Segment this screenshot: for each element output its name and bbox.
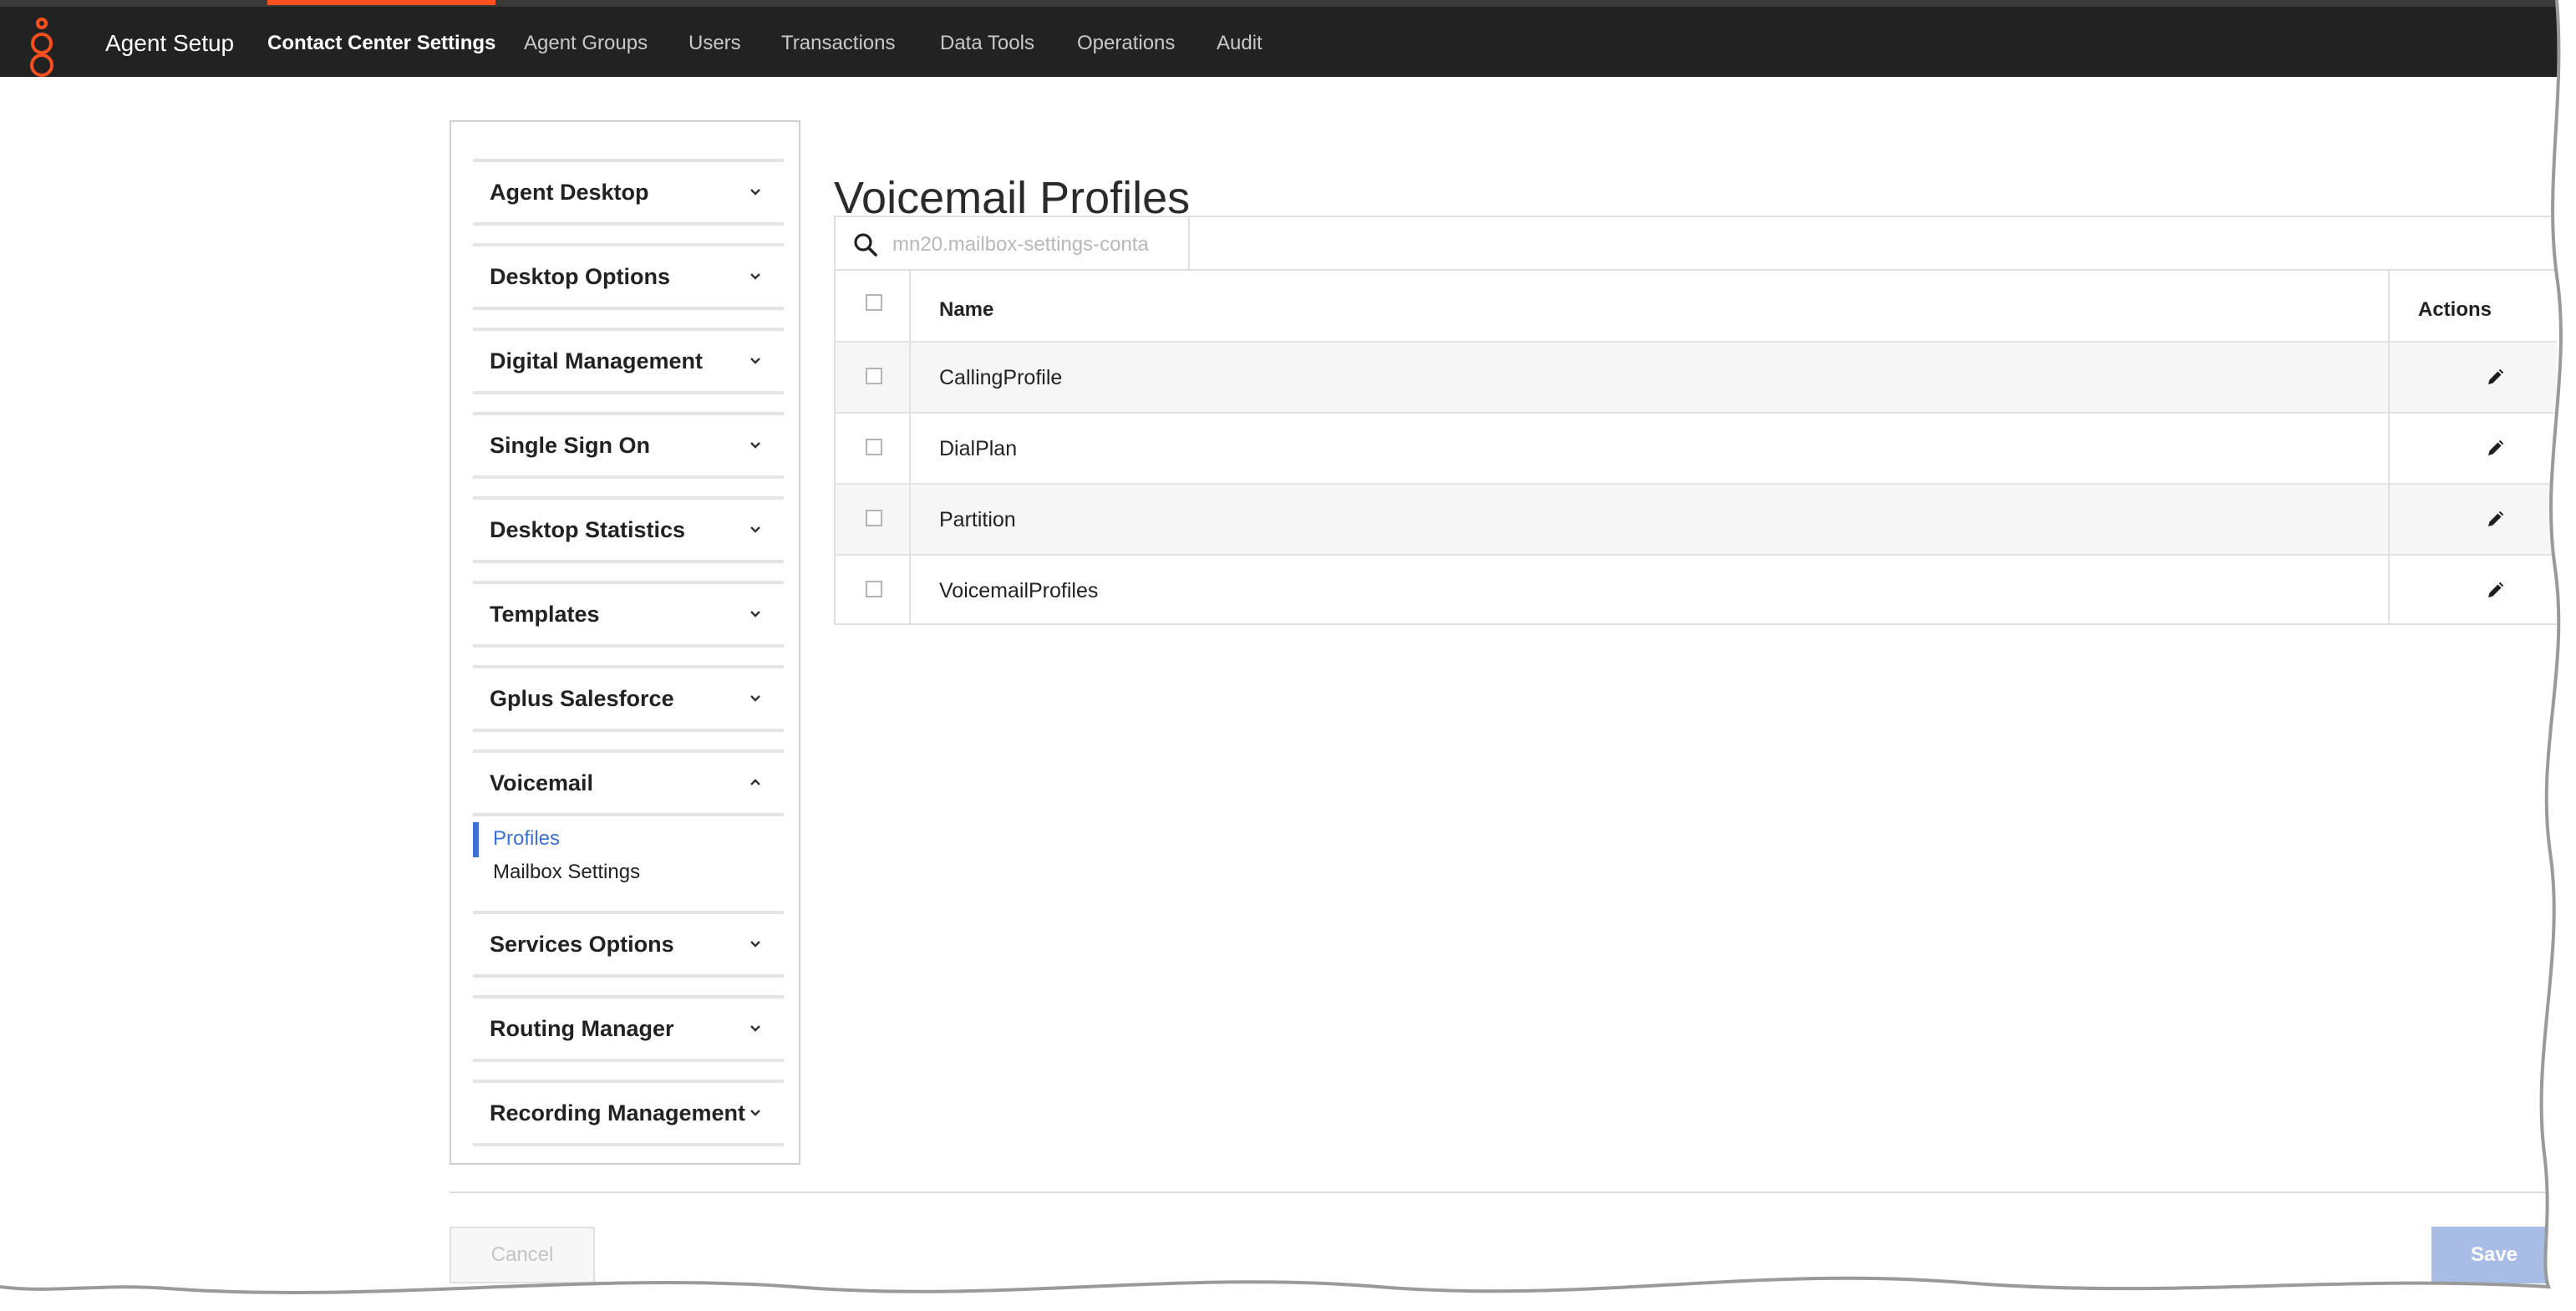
row-checkbox[interactable] [866,510,882,526]
pencil-edit-icon[interactable] [2485,439,2505,459]
select-all-checkbox[interactable] [866,294,882,311]
sidebar-section-gplus-salesforce[interactable]: Gplus Salesforce [473,665,784,732]
table-row[interactable]: VoicemailProfiles [836,556,2557,627]
footer-divider [450,1192,2563,1193]
chevron-up-icon [750,779,760,785]
table-row[interactable]: CallingProfile [836,343,2557,414]
search-input[interactable] [891,224,1165,266]
table-header-row: Name Actions [836,271,2557,343]
column-header-actions: Actions [2418,298,2492,321]
sidebar-section-desktop-statistics[interactable]: Desktop Statistics [473,496,784,563]
sidebar-item-profiles[interactable]: Profiles [493,827,560,851]
active-item-indicator [473,822,479,857]
sidebar-section-label: Recording Management [490,1100,746,1126]
sidebar-section-desktop-options[interactable]: Desktop Options [473,243,784,310]
sidebar-section-services-options[interactable]: Services Options [473,911,784,978]
table-row[interactable]: DialPlan [836,414,2557,485]
sidebar-section-label: Desktop Options [490,264,671,289]
row-checkbox[interactable] [866,581,882,597]
chevron-down-icon [750,941,760,948]
row-name: CallingProfile [939,366,1063,389]
sidebar-section-agent-desktop[interactable]: Agent Desktop [473,159,784,226]
genesys-logo-icon [30,18,53,77]
chevron-down-icon [750,611,760,617]
table-row[interactable]: Partition [836,485,2557,556]
tab-data-tools[interactable]: Data Tools [940,7,1034,84]
sidebar-section-label: Gplus Salesforce [490,686,674,711]
settings-sidebar: Agent Desktop Desktop Options Digital Ma… [450,120,800,1165]
chevron-down-icon [750,189,760,196]
sidebar-section-digital-management[interactable]: Digital Management [473,328,784,394]
sidebar-section-voicemail[interactable]: Voicemail [473,750,784,816]
save-button[interactable]: Save [2431,1227,2557,1283]
tab-contact-center-settings[interactable]: Contact Center Settings [267,0,496,84]
chevron-down-icon [750,1110,760,1116]
sidebar-section-label: Services Options [490,932,674,957]
top-navigation-bar: Agent Setup Contact Center Settings Agen… [0,0,2576,77]
row-checkbox[interactable] [866,439,882,455]
sidebar-section-recording-management[interactable]: Recording Management [473,1080,784,1146]
row-checkbox[interactable] [866,368,882,384]
column-divider [909,271,911,623]
sidebar-section-templates[interactable]: Templates [473,581,784,648]
chevron-down-icon [750,526,760,533]
chevron-down-icon [750,273,760,280]
sidebar-section-label: Voicemail [490,770,594,795]
tab-agent-groups[interactable]: Agent Groups [524,7,648,84]
search-divider [1188,217,1190,269]
tab-transactions[interactable]: Transactions [781,7,896,84]
sidebar-section-routing-manager[interactable]: Routing Manager [473,995,784,1062]
chevron-down-icon [750,358,760,364]
column-header-name[interactable]: Name [939,271,993,349]
profiles-table: Name Actions CallingProfile DialPlan Par… [834,271,2557,625]
cancel-button[interactable]: Cancel [450,1227,595,1283]
search-icon [854,233,877,257]
app-title[interactable]: Agent Setup [105,7,234,84]
chevron-down-icon [750,695,760,702]
sidebar-section-label: Digital Management [490,348,704,373]
sidebar-section-label: Routing Manager [490,1016,674,1041]
sidebar-section-single-sign-on[interactable]: Single Sign On [473,412,784,479]
column-divider [2388,271,2390,623]
pencil-edit-icon[interactable] [2485,581,2505,601]
tab-users[interactable]: Users [688,7,741,84]
sidebar-section-label: Single Sign On [490,433,651,458]
search-bar [834,216,2557,271]
torn-edge-decoration [0,0,2576,1311]
tab-audit[interactable]: Audit [1217,7,1263,84]
sidebar-item-mailbox-settings[interactable]: Mailbox Settings [493,861,640,884]
row-name: VoicemailProfiles [939,579,1099,602]
pencil-edit-icon[interactable] [2485,368,2505,388]
chevron-down-icon [750,1025,760,1032]
chevron-down-icon [750,442,760,449]
sidebar-section-label: Templates [490,602,600,627]
row-name: DialPlan [939,437,1018,460]
pencil-edit-icon[interactable] [2485,510,2505,530]
row-name: Partition [939,508,1016,531]
sidebar-section-label: Agent Desktop [490,180,649,205]
tab-operations[interactable]: Operations [1077,7,1175,84]
sidebar-section-label: Desktop Statistics [490,517,686,542]
